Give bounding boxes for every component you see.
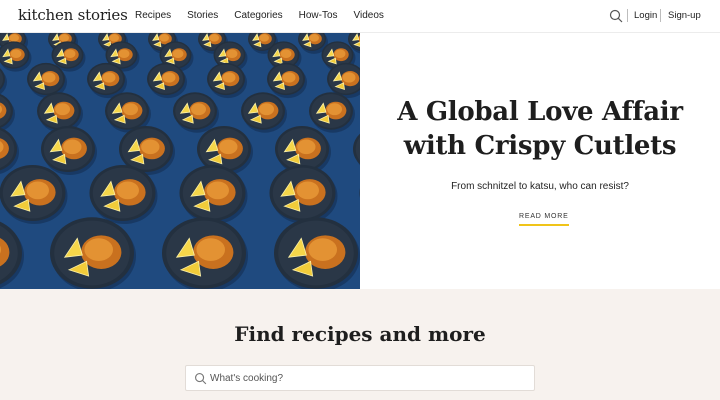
hero-subtitle: From schnitzel to katsu, who can resist? bbox=[451, 181, 629, 192]
login-link[interactable]: Login bbox=[634, 10, 657, 21]
nav-item-stories[interactable]: Stories bbox=[187, 10, 218, 21]
find-section: Find recipes and more bbox=[0, 289, 720, 400]
hero-title[interactable]: A Global Love Affair with Crispy Cutlets bbox=[360, 95, 720, 163]
recipe-search-box[interactable] bbox=[185, 365, 535, 391]
nav-item-recipes[interactable]: Recipes bbox=[135, 10, 171, 21]
header-divider bbox=[660, 9, 661, 22]
nav-item-videos[interactable]: Videos bbox=[354, 10, 384, 21]
search-icon[interactable] bbox=[609, 9, 623, 23]
recipe-search-input[interactable] bbox=[210, 368, 530, 388]
nav-item-categories[interactable]: Categories bbox=[234, 10, 282, 21]
read-more-link[interactable]: READ MORE bbox=[519, 213, 569, 226]
main-nav: Recipes Stories Categories How-Tos Video… bbox=[135, 10, 400, 21]
site-header: kitchen stories Recipes Stories Categori… bbox=[0, 0, 720, 33]
find-title: Find recipes and more bbox=[234, 322, 486, 346]
hero-text-panel: A Global Love Affair with Crispy Cutlets… bbox=[360, 33, 720, 289]
cutlet-plates-illustration bbox=[0, 33, 360, 289]
header-divider bbox=[627, 9, 628, 22]
hero-image[interactable] bbox=[0, 33, 360, 289]
hero-title-line-1: A Global Love Affair bbox=[397, 97, 683, 127]
signup-link[interactable]: Sign-up bbox=[668, 10, 701, 21]
hero-title-line-2: with Crispy Cutlets bbox=[403, 131, 677, 161]
site-logo[interactable]: kitchen stories bbox=[18, 6, 128, 24]
search-icon bbox=[195, 373, 207, 385]
nav-item-how-tos[interactable]: How-Tos bbox=[299, 10, 338, 21]
